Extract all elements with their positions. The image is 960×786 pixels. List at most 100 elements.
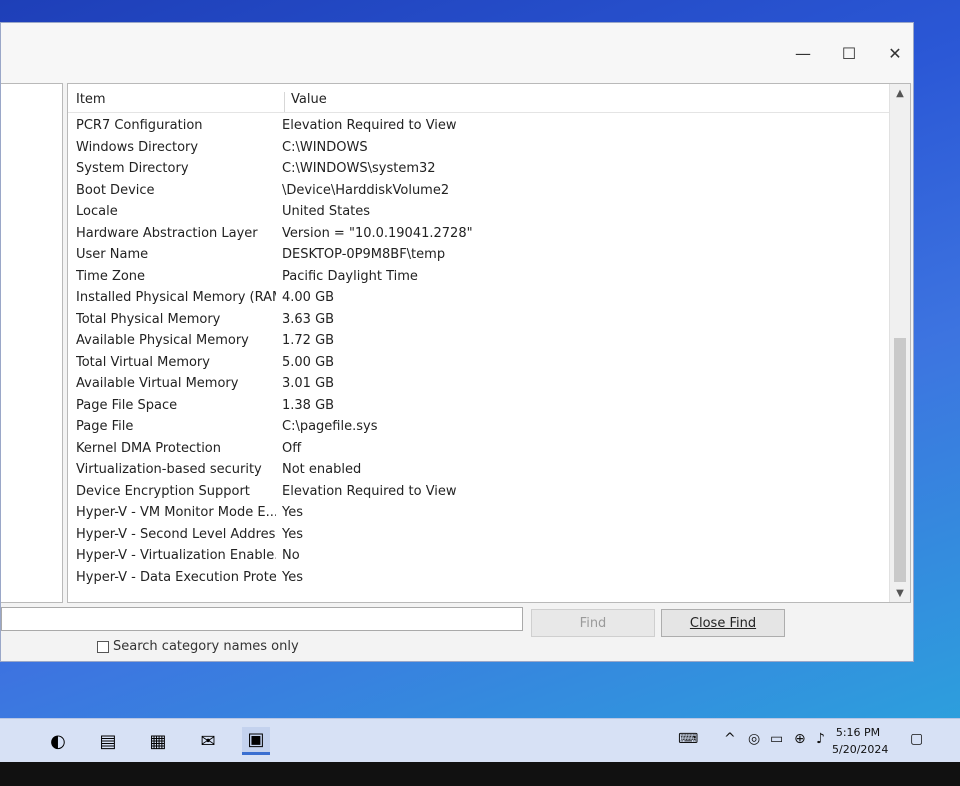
list-header: Item Value [68,84,910,113]
item-cell: Locale [76,204,118,219]
item-cell: Hardware Abstraction Layer [76,225,258,241]
scroll-down-arrow-icon[interactable]: ▼ [890,584,910,602]
table-row[interactable]: Available Physical Memory 1.72 GB [68,331,886,353]
table-row[interactable]: Boot Device \Device\HarddiskVolume2 [68,181,886,203]
item-cell: Hyper-V - Data Execution Prote... [76,569,276,585]
item-cell: Available Virtual Memory [76,376,239,391]
close-button[interactable]: ✕ [877,39,913,67]
item-cell: Boot Device [76,182,155,198]
value-cell: United States [282,204,371,219]
notification-icon[interactable]: ▢ [910,731,923,747]
value-cell: Elevation Required to View [282,483,457,499]
search-category-label: Search category names only [113,639,299,654]
item-cell: Hyper-V - Virtualization Enable... [76,548,276,563]
value-cell: No [282,548,300,563]
value-cell: 1.72 GB [282,333,335,348]
table-row[interactable]: Installed Physical Memory (RAM) 4.00 GB [68,288,886,310]
value-cell: 5.00 GB [282,354,335,370]
value-cell: Yes [282,569,303,585]
table-row[interactable]: Page File C:\pagefile.sys [68,417,886,439]
item-cell: Virtualization-based security [76,462,262,477]
file-explorer-icon[interactable]: ▤ [94,727,122,755]
table-row[interactable]: Available Virtual Memory 3.01 GB [68,374,886,396]
item-cell: Hyper-V - VM Monitor Mode E... [76,505,276,520]
vertical-scrollbar[interactable]: ▲ ▼ [889,84,910,602]
value-cell: Yes [282,526,303,542]
value-cell: \Device\HarddiskVolume2 [282,182,450,198]
value-cell: DESKTOP-0P9M8BF\temp [282,247,446,262]
mail-icon[interactable]: ✉ [194,727,222,755]
chevron-up-icon[interactable]: ^ [724,731,736,747]
scroll-up-arrow-icon[interactable]: ▲ [890,84,910,102]
system-information-window: — ☐ ✕ Item Value PCR7 Configuration Eleva… [0,22,914,662]
value-cell: C:\WINDOWS\system32 [282,161,436,176]
table-row[interactable]: Hyper-V - Second Level Addres... Yes [68,525,886,547]
item-cell: Time Zone [76,268,146,284]
find-button[interactable]: Find [531,609,655,637]
clock-date: 5/20/2024 [832,743,889,756]
item-cell: User Name [76,247,149,262]
table-row[interactable]: Hyper-V - VM Monitor Mode E... Yes [68,503,886,525]
store-icon[interactable]: ▦ [144,727,172,755]
column-header-item[interactable]: Item [76,92,106,107]
close-find-button[interactable]: Close Find [661,609,785,637]
clock-time: 5:16 PM [835,726,881,739]
minimize-button[interactable]: — [785,39,821,67]
item-cell: Total Physical Memory [76,311,221,327]
value-cell: 3.01 GB [282,376,335,391]
table-row[interactable]: PCR7 Configuration Elevation Required to … [68,116,886,138]
table-row[interactable]: Virtualization-based security Not enabled [68,460,886,482]
value-cell: Yes [282,505,303,520]
item-cell: Page File [76,419,134,434]
table-row[interactable]: Total Virtual Memory 5.00 GB [68,353,886,375]
table-row[interactable]: Total Physical Memory 3.63 GB [68,310,886,332]
value-cell: 4.00 GB [282,290,335,305]
search-category-checkbox[interactable] [97,640,109,653]
edge-icon[interactable]: ◐ [44,727,72,755]
value-cell: C:\pagefile.sys [282,419,378,434]
item-cell: Installed Physical Memory (RAM) [76,290,276,305]
table-row[interactable]: Kernel DMA Protection Off [68,439,886,461]
system-information-icon[interactable]: ▣ [242,727,270,755]
table-row[interactable]: Page File Space 1.38 GB [68,396,886,418]
table-row[interactable]: Windows Directory C:\WINDOWS [68,138,886,160]
screen-bezel [0,762,960,786]
table-row[interactable]: Hardware Abstraction Layer Version = "10.… [68,224,886,246]
maximize-button[interactable]: ☐ [831,39,867,67]
table-row[interactable]: System Directory C:\WINDOWS\system32 [68,159,886,181]
item-cell: PCR7 Configuration [76,118,203,133]
scrollbar-thumb[interactable] [894,338,906,582]
value-cell: Version = "10.0.19041.2728" [282,225,473,241]
value-cell: Not enabled [282,462,362,477]
table-row[interactable]: Device Encryption Support Elevation Requi… [68,482,886,504]
keyboard-icon[interactable]: ⌨ [678,731,698,747]
column-header-value[interactable]: Value [284,92,327,112]
table-row[interactable]: Hyper-V - Virtualization Enable... No [68,546,886,568]
table-row[interactable]: Locale United States [68,202,886,224]
item-cell: Total Virtual Memory [76,354,210,370]
value-cell: 3.63 GB [282,311,335,327]
item-cell: Hyper-V - Second Level Addres... [76,526,276,542]
system-clock[interactable]: 5:16 PM 5/20/2024 [832,724,889,758]
value-cell: Elevation Required to View [282,118,457,133]
item-cell: Kernel DMA Protection [76,440,221,456]
battery-icon[interactable]: ▭ [770,731,783,747]
category-tree-pane[interactable] [1,83,63,603]
value-cell: Pacific Daylight Time [282,268,418,284]
find-what-input[interactable] [1,607,523,631]
taskbar: ◐ ▤ ▦ ✉ ▣ ⌨ ^ ◎ ▭ ⊕ ♪ 5:16 PM 5/20/2024 ▢ [0,718,960,763]
details-list[interactable]: Item Value PCR7 Configuration Elevation R… [67,83,911,603]
value-cell: 1.38 GB [282,397,335,413]
item-cell: System Directory [76,161,189,176]
item-cell: Device Encryption Support [76,483,250,499]
list-rows: PCR7 Configuration Elevation Required to … [68,116,886,589]
value-cell: C:\WINDOWS [282,139,368,155]
table-row[interactable]: User Name DESKTOP-0P9M8BF\temp [68,245,886,267]
value-cell: Off [282,440,302,456]
volume-icon[interactable]: ♪ [816,731,825,747]
meet-now-icon[interactable]: ◎ [748,731,760,747]
table-row[interactable]: Time Zone Pacific Daylight Time [68,267,886,289]
table-row[interactable]: Hyper-V - Data Execution Prote... Yes [68,568,886,590]
network-globe-icon[interactable]: ⊕ [794,731,806,747]
search-category-checkbox-row[interactable]: Search category names only [97,639,299,654]
